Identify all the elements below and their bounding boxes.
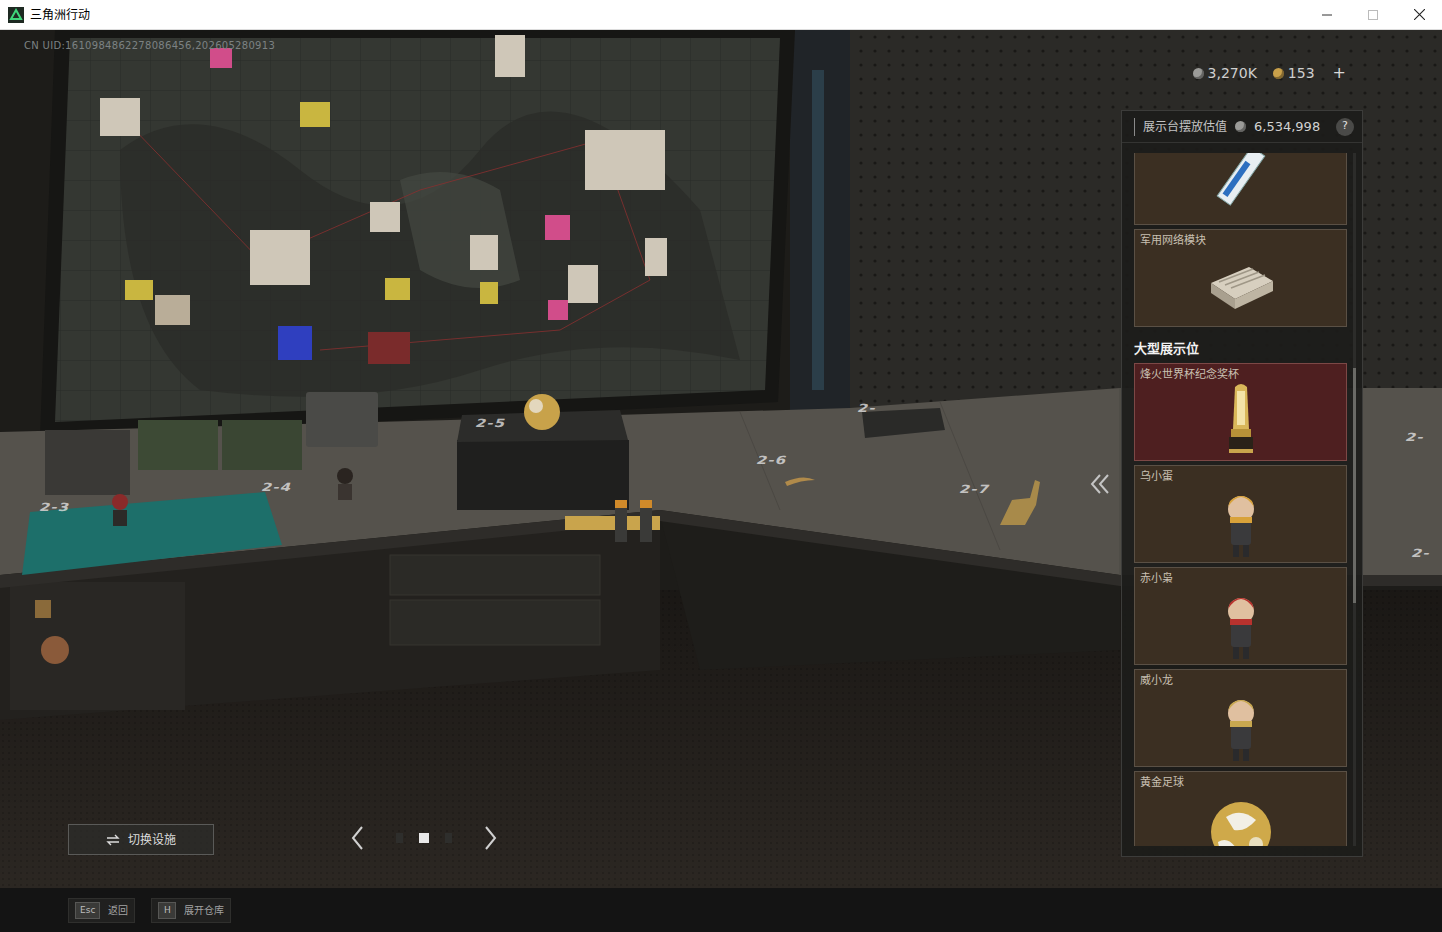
pager — [345, 824, 503, 852]
currency-amount: 3,270K — [1208, 63, 1257, 84]
module-icon — [1140, 248, 1341, 322]
slot-label[interactable]: 2-4 — [259, 479, 295, 496]
hint-label: 返回 — [108, 903, 128, 918]
memory-icon — [1140, 153, 1341, 220]
section-heading: 大型展示位 — [1134, 331, 1349, 359]
panel-header: 展示台摆放估值 6,534,998 ? — [1122, 111, 1362, 143]
figure-color-icon — [1216, 583, 1266, 663]
coin-icon — [1235, 121, 1246, 132]
coin-icon — [1273, 68, 1284, 79]
close-icon[interactable] — [1396, 0, 1442, 29]
switch-facility-button[interactable]: 切换设施 — [68, 824, 214, 855]
item-label: 黄金足球 — [1140, 776, 1341, 790]
panel-value: 6,534,998 — [1254, 117, 1320, 137]
figure-icon — [1140, 586, 1341, 660]
window-title: 三角洲行动 — [30, 9, 90, 21]
key-hint[interactable]: H 展开仓库 — [151, 898, 231, 923]
display-item[interactable]: 赤小枭 — [1134, 567, 1347, 665]
list-viewport[interactable]: 军用网络模块大型展示位烽火世界杯纪念奖杯乌小蛋赤小枭威小龙黄金足球 — [1134, 153, 1349, 846]
currency-amount: 153 — [1288, 63, 1315, 84]
game-screen: CN UID:1610984862278086456,202605280913 … — [0, 30, 1442, 932]
currency-bar: 3,270K 153 + — [1193, 61, 1348, 85]
currency-item: 153 — [1273, 63, 1315, 84]
ball-icon — [1140, 790, 1341, 846]
display-item[interactable]: 乌小蛋 — [1134, 465, 1347, 563]
display-item[interactable]: 烽火世界杯纪念奖杯 — [1134, 363, 1347, 461]
slot-label[interactable]: 2- — [855, 400, 879, 417]
key-hint[interactable]: Esc 返回 — [68, 898, 135, 923]
item-label: 烽火世界杯纪念奖杯 — [1140, 368, 1341, 382]
figure-color-icon — [1216, 481, 1266, 561]
app-logo-icon — [8, 7, 24, 23]
display-item[interactable] — [1134, 153, 1347, 225]
figure-color-icon — [1216, 685, 1266, 765]
figure-icon — [1140, 484, 1341, 558]
display-item[interactable]: 军用网络模块 — [1134, 229, 1347, 327]
item-label: 赤小枭 — [1140, 572, 1341, 586]
page-dot[interactable] — [419, 833, 429, 843]
display-item[interactable]: 黄金足球 — [1134, 771, 1347, 847]
slot-label[interactable]: 2-5 — [473, 415, 509, 432]
scroll-track[interactable] — [1353, 153, 1356, 846]
title-bar: 三角洲行动 — [0, 0, 1442, 30]
currency-item: 3,270K — [1193, 63, 1257, 84]
prev-arrow-icon[interactable] — [345, 824, 369, 852]
item-label: 乌小蛋 — [1140, 470, 1341, 484]
slot-label[interactable]: 2-6 — [754, 452, 790, 469]
slot-label[interactable]: 2- — [1409, 545, 1433, 562]
panel-title: 展示台摆放估值 — [1134, 118, 1227, 136]
pager-dots — [369, 833, 479, 843]
slot-label[interactable]: 2-7 — [957, 481, 993, 498]
figure-icon — [1140, 688, 1341, 762]
coin-icon — [1193, 68, 1204, 79]
item-label: 军用网络模块 — [1140, 234, 1341, 248]
slot-label[interactable]: 2- — [1403, 429, 1427, 446]
maximize-icon[interactable] — [1350, 0, 1396, 29]
scroll-offset — [1353, 153, 1356, 368]
scroll-thumb[interactable] — [1353, 368, 1356, 604]
swap-icon — [106, 834, 120, 846]
minimize-icon[interactable] — [1304, 0, 1350, 29]
page-dot[interactable] — [445, 833, 452, 843]
slot-label[interactable]: 2-3 — [37, 499, 73, 516]
display-panel: 展示台摆放估值 6,534,998 ? 军用网络模块大型展示位烽火世界杯纪念奖杯… — [1121, 110, 1363, 857]
add-currency-button[interactable]: + — [1331, 61, 1348, 85]
item-list: 军用网络模块大型展示位烽火世界杯纪念奖杯乌小蛋赤小枭威小龙黄金足球 — [1122, 143, 1362, 856]
help-button[interactable]: ? — [1336, 118, 1354, 136]
hint-bar: Esc 返回 H 展开仓库 — [68, 898, 231, 923]
hint-label: 展开仓库 — [184, 903, 224, 918]
display-item[interactable]: 威小龙 — [1134, 669, 1347, 767]
switch-facility-label: 切换设施 — [128, 831, 176, 849]
item-label: 威小龙 — [1140, 674, 1341, 688]
trophy-icon — [1140, 382, 1341, 456]
page-dot[interactable] — [396, 833, 403, 843]
keycap: Esc — [75, 902, 100, 919]
keycap: H — [158, 902, 176, 919]
collapse-chevron-icon[interactable] — [1086, 470, 1114, 498]
uid-label: CN UID:1610984862278086456,202605280913 — [24, 38, 275, 53]
next-arrow-icon[interactable] — [479, 824, 503, 852]
